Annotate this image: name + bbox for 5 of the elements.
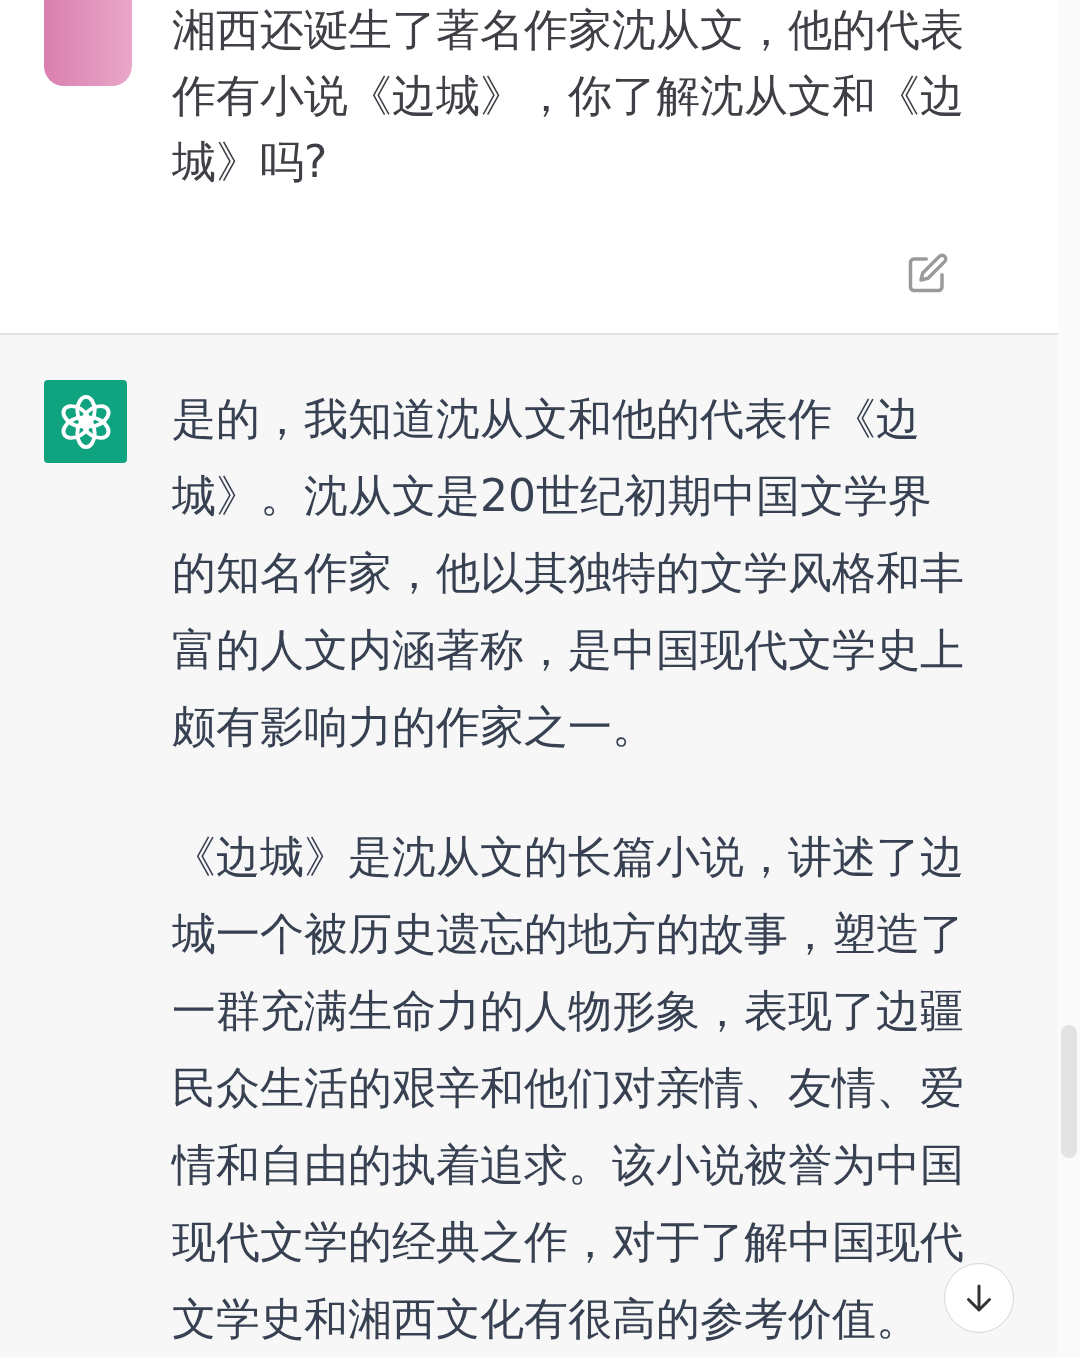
assistant-paragraph: 《边城》是沈从文的长篇小说，讲述了边城一个被历史遗忘的地方的故事，塑造了一群充满生命力的人物形象，表现了边疆民众生活的艰辛和他们对亲情、友情、爱情和自由的执着追求。该小说被誉为中国现代文学的经典之作，对于了解中国现代文学史和湘西文化有很高的参考价值。 (172, 830, 965, 1346)
user-message: 湘西还诞生了著名作家沈从文，他的代表作有小说《边城》，你了解沈从文和《边城》吗? (172, 3, 965, 189)
assistant-paragraph: 是的，我知道沈从文和他的代表作《边城》。沈从文是20世纪初期中国文学界的知名作家，他以其独特的文学风格和丰富的人文内涵著称，是中国现代文学史上颇有影响力的作家之一。 (172, 392, 965, 754)
edit-icon (907, 252, 949, 294)
edit-button[interactable] (906, 251, 950, 295)
